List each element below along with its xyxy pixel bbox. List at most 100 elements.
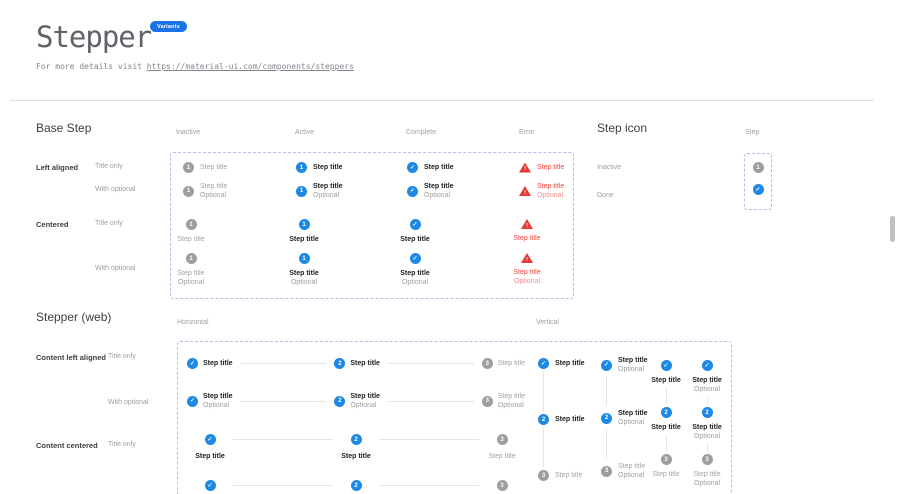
step-title: Step title [555,415,585,424]
step-error: ! Step titleOptional [519,182,578,200]
step-inactive: 3 Step titleOptional [479,480,525,494]
step-title: Step title [513,234,540,243]
step-number-icon: 3 [482,396,493,407]
step-connector [707,444,708,451]
col-active: Active [295,129,314,136]
col-vertical: Vertical [536,319,559,326]
row-content-centered: Content centered [36,441,98,450]
error-icon: ! [521,219,533,229]
variant-title-only: Title only [95,220,123,227]
step-connector [233,485,333,486]
base-step-frame: 1 Step title 1 Step title ✓ Step title !… [170,152,574,299]
step-number-icon: 2 [702,407,713,418]
step-title: Step title [498,392,525,401]
vstepper-centered-title-only: ✓ Step title 2 Step title 3 Step title [643,360,689,479]
step-title: Step title [513,268,540,277]
step-active: 1 Step title [296,162,407,173]
check-icon: ✓ [205,434,216,445]
row-icon-inactive: Inactive [597,164,621,171]
hstepper-centered-with-optional: ✓ Step titleOptional 2 Step titleOptiona… [187,480,525,494]
step-inactive: 3 Step titleOptional [482,392,525,410]
step-title: Step title [651,376,681,385]
step-number-icon: 2 [351,434,362,445]
step-number-icon: 1 [296,186,307,197]
step-active: 1 Step titleOptional [282,253,326,287]
variant-title-only: Title only [108,353,136,360]
step-complete: ✓ Step titleOptional [393,253,437,287]
step-active: 2 Step titleOptional [601,409,648,427]
step-title: Step title [424,182,454,191]
step-number-icon: 1 [299,253,310,264]
hstepper-title-only: ✓ Step title 2 Step title 3 Step title [187,358,525,369]
step-inactive: 3 Step title [538,470,585,481]
col-complete: Complete [406,129,436,136]
check-icon: ✓ [410,253,421,264]
step-inactive: 3 Step title [482,358,525,369]
step-optional: Optional [618,471,645,480]
step-optional: Optional [694,432,720,441]
step-number-icon: 2 [351,480,362,491]
step-number-icon: 3 [601,466,612,477]
check-icon: ✓ [538,358,549,369]
error-icon: ! [519,186,531,196]
row-centered-title-only: 1 Step title 1 Step title ✓ Step title !… [171,219,578,244]
step-connector [606,377,607,406]
step-connector [543,428,544,467]
step-title: Step title [203,359,233,368]
stepper-web-heading: Stepper (web) [36,310,111,324]
step-number-icon: 1 [186,253,197,264]
step-number-icon: 3 [661,454,672,465]
step-connector [388,401,474,402]
col-inactive: Inactive [176,129,200,136]
step-inactive: 1 Step titleOptional [183,182,296,200]
variants-badge: Variants [150,21,187,32]
check-icon: ✓ [187,358,198,369]
step-title: Step title [313,163,343,172]
check-icon: ✓ [753,184,764,195]
step-number-icon: 2 [334,358,345,369]
material-ui-link[interactable]: https://material-ui.com/components/stepp… [147,62,354,71]
step-error: ! Step title [519,162,578,173]
step-inactive: 3 Step title [479,434,525,461]
vertical-scrollbar[interactable] [890,216,895,242]
row-centered-with-optional: 1 Step titleOptional 1 Step titleOptiona… [171,253,578,287]
step-number-icon: 1 [183,162,194,173]
step-inactive: 3 Step titleOptional [601,462,648,480]
step-number-icon: 3 [702,454,713,465]
step-optional: Optional [313,191,343,200]
stepper-web-frame: ✓ Step title 2 Step title 3 Step title ✓… [177,341,732,494]
step-number-icon: 2 [661,407,672,418]
step-number-icon: 1 [296,162,307,173]
variant-title-only: Title only [95,163,123,170]
row-left-aligned: Left aligned [36,163,78,172]
col-step: Step [745,129,759,136]
row-content-left-aligned: Content left aligned [36,353,106,362]
check-icon: ✓ [407,162,418,173]
step-active: 2 Step title [334,358,380,369]
step-title: Step title [692,423,722,432]
step-connector [666,435,667,451]
step-optional: Optional [694,479,720,488]
row-icon-done: Done [597,192,614,199]
step-title: Step title [195,452,225,461]
step-title: Step title [200,182,227,191]
page-title: Stepper [36,20,151,54]
step-title: Step title [555,359,585,368]
step-optional: Optional [203,401,233,410]
step-optional: Optional [694,385,720,394]
check-icon: ✓ [410,219,421,230]
step-title: Step title [618,462,645,471]
col-error: Error [519,129,535,136]
stepper-spec-page: Stepper Variants For more details visit … [0,0,900,494]
step-optional: Optional [178,278,204,287]
check-icon: ✓ [187,396,198,407]
row-centered: Centered [36,220,69,229]
error-icon: ! [521,253,533,263]
check-icon: ✓ [205,480,216,491]
step-connector [543,372,544,411]
step-complete: ✓ Step title [538,358,585,369]
step-number-icon: 1 [186,219,197,230]
step-connector [606,430,607,459]
subtitle-text: For more details visit [36,62,147,71]
hstepper-centered-title-only: ✓ Step title 2 Step title 3 Step title [187,434,525,461]
